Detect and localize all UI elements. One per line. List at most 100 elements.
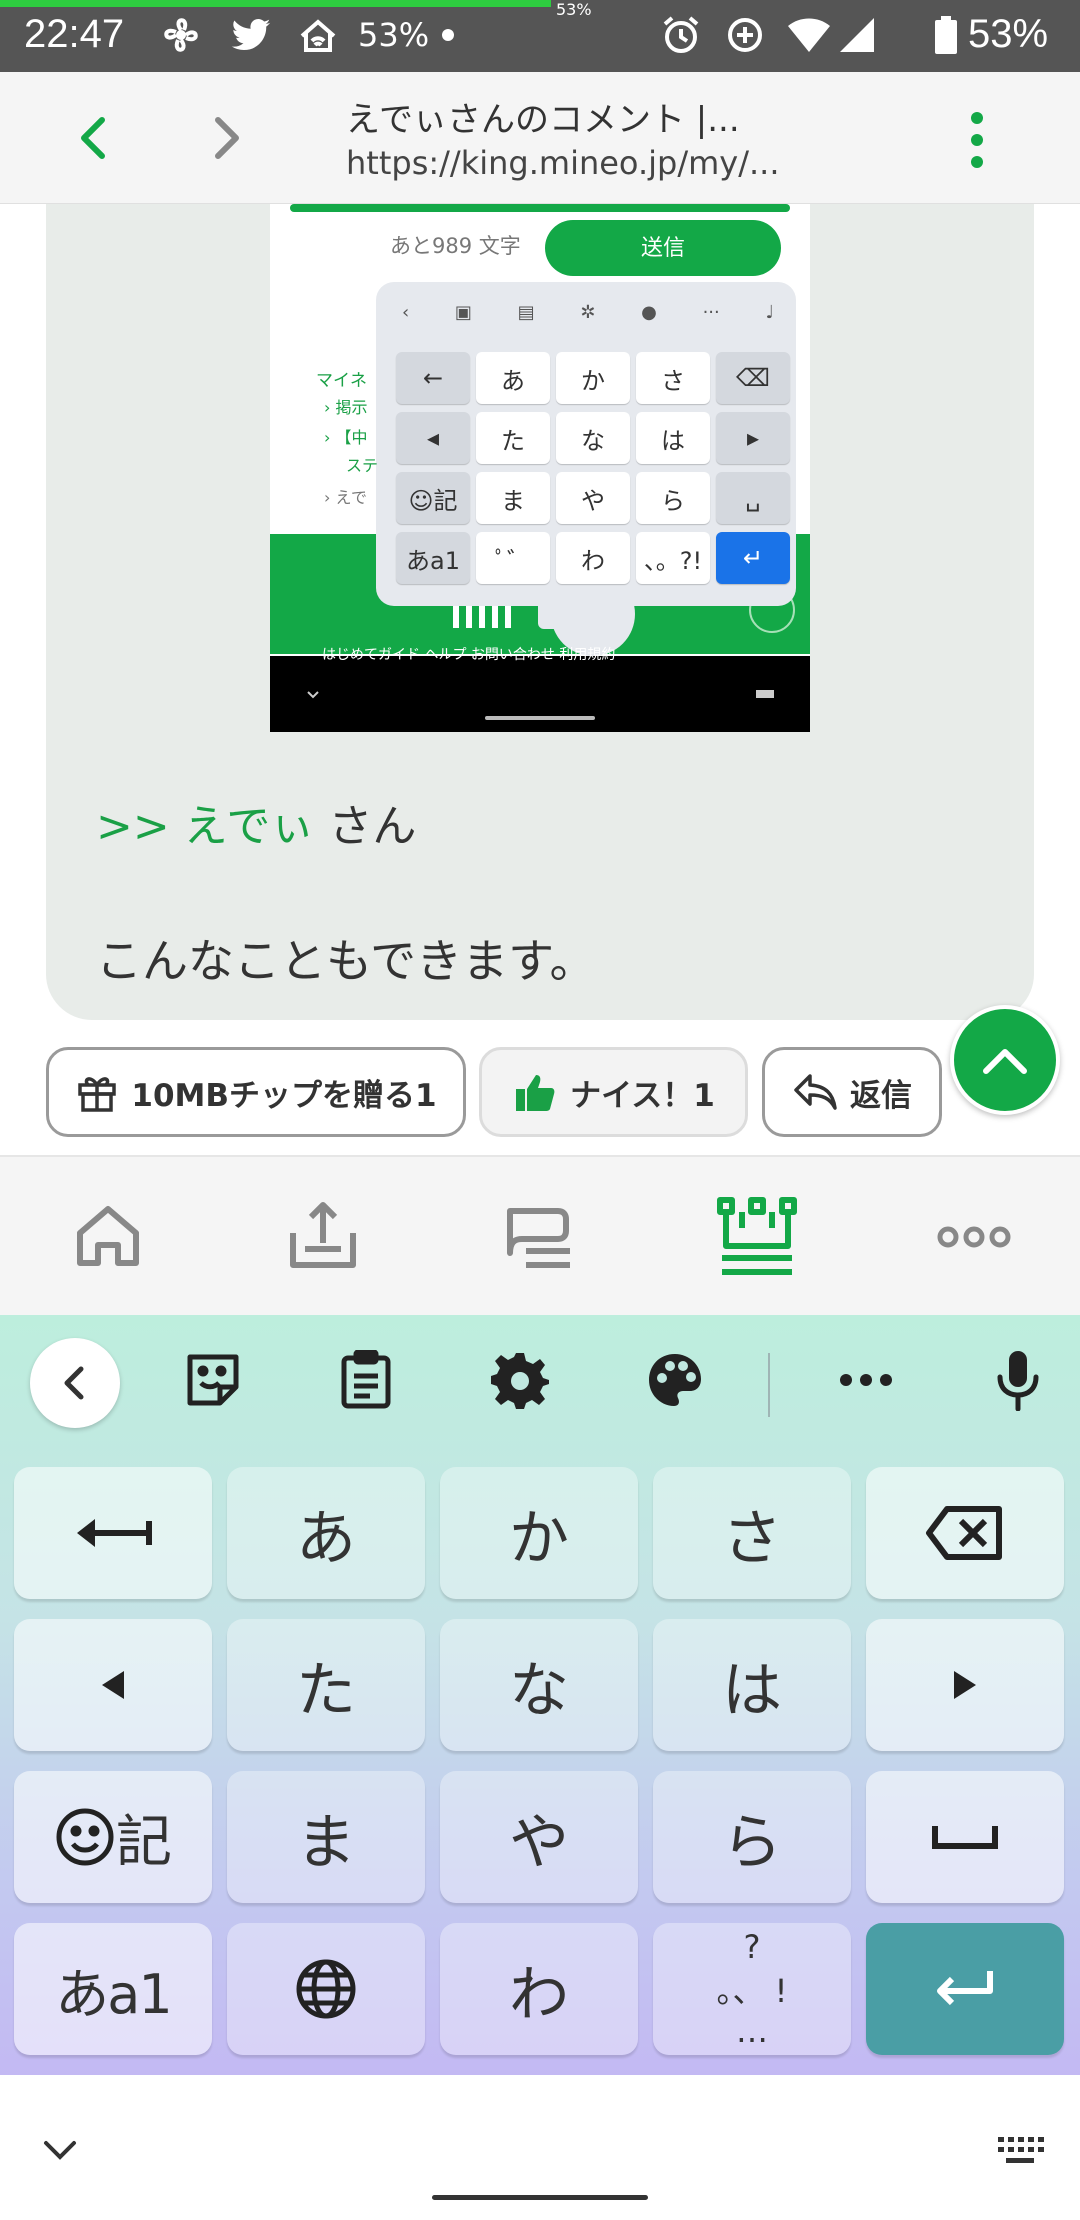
key-cursor-right[interactable] [866,1619,1064,1751]
reply-suffix: さん [328,801,417,852]
reply-button[interactable]: 返信 [762,1047,942,1137]
clock: 22:47 [24,12,125,56]
key-ta[interactable]: た [227,1619,425,1751]
reply-label: 返信 [850,1077,912,1114]
chevron-down-icon[interactable] [40,2135,80,2165]
system-navigation-bar [0,2075,1080,2220]
back-arrow-icon[interactable] [68,112,120,164]
chevron-left-icon [64,1366,84,1400]
key-input-mode[interactable]: あa1 [14,1923,212,2055]
send-button-image: 送信 [640,236,685,261]
alarm-icon [663,16,699,53]
forward-arrow-icon[interactable] [200,112,252,164]
battery-icon [935,16,957,54]
kb-more-button[interactable] [826,1340,906,1420]
kb-theme-button[interactable] [635,1340,715,1420]
mini-key: な [556,412,630,464]
mini-key: 、。?! [636,532,710,584]
mini-key: あa1 [396,532,470,584]
globe-icon [296,1959,356,2019]
nice-button[interactable]: ナイス！1 [479,1047,748,1137]
load-percent: 53% [556,0,592,19]
key-ya[interactable]: や [440,1771,638,1903]
key-ra[interactable]: ら [653,1771,851,1903]
remaining-chars: あと989 文字 [390,234,521,258]
comment-image[interactable]: あと989 文字 送信 マイネ › 掲示 › 【中 ステ › えで はじめてガイ… [270,204,810,732]
key-undo[interactable] [14,1467,212,1599]
mini-key: ▸ [716,412,790,464]
key-a[interactable]: あ [227,1467,425,1599]
scroll-to-top-button[interactable] [950,1005,1060,1115]
page-url[interactable]: https://king.mineo.jp/my/... [346,144,806,182]
twitter-icon [231,18,271,51]
reply-mention-link[interactable]: >> えでぃ [96,801,314,852]
kb-clipboard-button[interactable] [326,1340,406,1420]
nav-home[interactable] [58,1187,158,1287]
chat-icon [507,1208,570,1268]
signal-icon [840,18,874,52]
status-percent: 53% [358,16,430,54]
nav-upload[interactable] [273,1187,373,1287]
kb-settings-button[interactable] [480,1340,560,1420]
side-text-4: › えで [324,488,368,507]
nav-chat[interactable] [490,1187,590,1287]
gift-chip-label: 10MBチップを贈る1 [131,1077,437,1114]
enter-icon [937,1971,993,2006]
keyboard-switch-icon[interactable] [996,2135,1044,2167]
mini-key: ␣ [716,472,790,524]
reply-arrow-icon [794,1074,837,1110]
key-emoji-symbol[interactable]: 記 [14,1771,212,1903]
data-saver-icon [728,18,762,52]
side-text-0: マイネ [316,371,367,391]
mini-ellipsis-icon: ··· [702,301,720,323]
home-icon [77,1206,139,1266]
home-gesture-pill[interactable] [432,2195,648,2200]
mini-key: ら [636,472,710,524]
crown-icon [717,1197,797,1275]
wifi-icon [788,18,830,52]
menu-kebab-icon[interactable] [960,108,994,172]
nav-more[interactable] [924,1187,1024,1287]
kb-sticker-button[interactable] [173,1340,253,1420]
key-space[interactable] [866,1771,1064,1903]
thumbs-up-icon [516,1075,555,1111]
mini-keyboard-toolbar: ‹ ▣ ▤ ✲ ● ··· ♩ [388,294,788,330]
nav-king[interactable] [707,1187,807,1287]
key-wa[interactable]: わ [440,1923,638,2055]
mini-palette-icon: ● [641,301,657,323]
caret-right-icon [954,1671,976,1699]
mini-sticker-icon: ▣ [454,301,472,323]
gift-icon [78,1077,117,1112]
mini-key: ま [476,472,550,524]
undo-arrow-icon [77,1519,152,1547]
palette-icon [649,1354,701,1406]
key-globe[interactable] [227,1923,425,2055]
smiley-icon [56,1808,114,1866]
dot-icon [442,29,454,41]
key-na[interactable]: な [440,1619,638,1751]
key-ha[interactable]: は [653,1619,851,1751]
footer-text: はじめてガイド ヘルプ お問い合わせ 利用規約 [322,647,616,663]
backspace-icon [926,1506,1002,1560]
keyboard-collapse-button[interactable] [30,1338,120,1428]
battery-percent: 53% [968,12,1049,56]
key-backspace[interactable] [866,1467,1064,1599]
fan-icon [164,18,198,52]
punct-bottom: … [736,2012,768,2050]
mini-key: あ [476,352,550,404]
key-enter[interactable] [866,1923,1064,2055]
key-sa[interactable]: さ [653,1467,851,1599]
input-mode-label: あa1 [55,1962,172,2026]
mini-key: ☺記 [396,472,470,524]
key-ka[interactable]: か [440,1467,638,1599]
sticker-icon [187,1354,239,1406]
mini-key: ⌫ [716,352,790,404]
key-cursor-left[interactable] [14,1619,212,1751]
key-ma[interactable]: ま [227,1771,425,1903]
kb-voice-button[interactable] [978,1340,1058,1420]
key-punctuation[interactable]: ? 。、 ! … [653,1923,851,2055]
gift-chip-button[interactable]: 10MBチップを贈る1 [46,1047,466,1137]
mini-chevron-icon: ‹ [402,301,410,323]
mini-gear-icon: ✲ [580,301,596,323]
mini-key: た [476,412,550,464]
